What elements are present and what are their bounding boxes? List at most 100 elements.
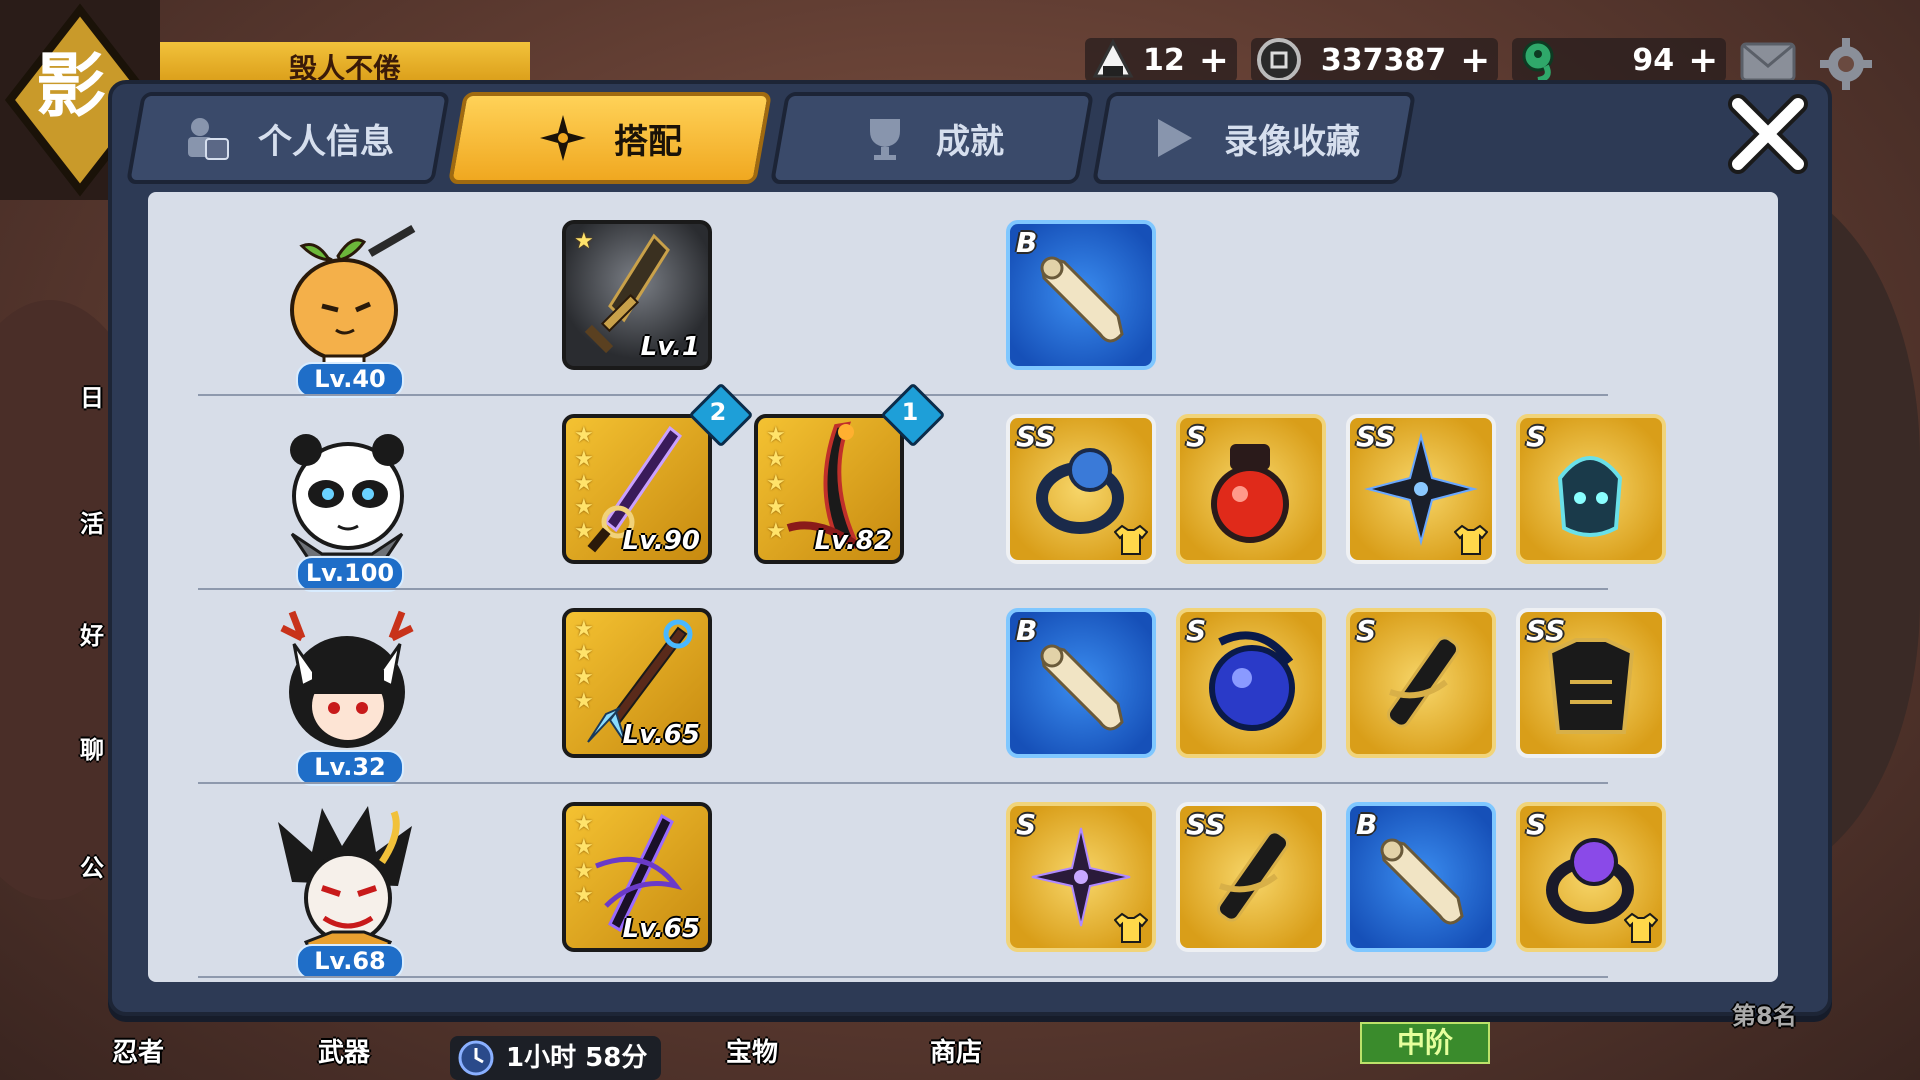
timer-text: 1小时 58分 — [506, 1043, 648, 1073]
nav-weapon[interactable]: 武器 — [318, 1032, 370, 1069]
mail-icon[interactable] — [1740, 42, 1796, 82]
grade-label: S — [1356, 614, 1377, 647]
resource-bar: 12 + 337387 + 94 + — [1085, 36, 1873, 90]
tab-loadout[interactable]: 搭配 — [447, 92, 773, 184]
orange-ninja-avatar[interactable] — [272, 220, 422, 380]
oni-mask-avatar[interactable] — [272, 802, 422, 962]
equipment-slot[interactable]: S — [1006, 802, 1156, 952]
weapon-level: Lv.82 — [814, 526, 892, 556]
loadout-row: Lv.40 ★ Lv.1 B — [148, 202, 1778, 398]
add-jade-button[interactable]: + — [1688, 40, 1718, 81]
loadout-row: Lv.100 ★ ★ ★ ★ ★ Lv.90 2 ★ ★ ★ ★ ★ Lv.82… — [148, 382, 1778, 592]
equipment-slot[interactable]: S — [1346, 608, 1496, 758]
resource-jade: 94 + — [1512, 36, 1727, 84]
equipment-slot[interactable]: S — [1176, 414, 1326, 564]
loadout-row: Lv.68 ★ ★ ★ ★ Lv.65 S SS B S — [148, 784, 1778, 980]
equipment-slot[interactable]: S — [1516, 414, 1666, 564]
equipment-slot[interactable]: S — [1176, 608, 1326, 758]
level-badge: Lv.40 — [296, 362, 404, 398]
loadout-panel: 个人信息 搭配 成就 录像收藏 Lv.40 ★ Lv.1 B Lv.100 ★ … — [108, 80, 1832, 1016]
weapon-level: Lv.65 — [622, 914, 700, 944]
equipment-slot[interactable]: SS — [1176, 802, 1326, 952]
grade-label: SS — [1526, 614, 1566, 647]
side-label-guild[interactable]: 公 — [80, 848, 104, 883]
tab-replays[interactable]: 录像收藏 — [1091, 92, 1417, 184]
close-button[interactable] — [1722, 88, 1814, 180]
shuriken-icon — [540, 115, 586, 161]
jade-count: 94 — [1632, 42, 1675, 78]
grade-label: B — [1356, 808, 1378, 841]
close-icon — [1728, 94, 1808, 174]
gear-icon[interactable] — [1820, 38, 1873, 90]
weapon-level: Lv.90 — [622, 526, 700, 556]
weapon-slot[interactable]: ★ ★ ★ ★ ★ Lv.82 — [754, 414, 904, 564]
shirt-icon — [1624, 912, 1658, 943]
grade-label: B — [1016, 226, 1038, 259]
clock-icon — [458, 1040, 494, 1076]
grade-label: S — [1016, 808, 1037, 841]
star-rating: ★ ★ ★ ★ ★ — [766, 423, 786, 544]
tab-achievements-label: 成就 — [936, 121, 1004, 162]
nav-ninja[interactable]: 忍者 — [112, 1032, 164, 1069]
grade-label: SS — [1016, 420, 1056, 453]
side-label-event[interactable]: 活 — [80, 504, 104, 539]
grade-label: SS — [1186, 808, 1226, 841]
grade-label: S — [1526, 420, 1547, 453]
rank-place: 第8名 — [1732, 1002, 1797, 1030]
onigiri-count: 12 — [1143, 42, 1185, 78]
shirt-icon — [1454, 524, 1488, 555]
timer-display: 1小时 58分 — [450, 1036, 662, 1080]
equipment-slot[interactable]: SS — [1006, 414, 1156, 564]
equipment-slot[interactable]: B — [1346, 802, 1496, 952]
row-divider — [198, 976, 1608, 978]
star-rating: ★ ★ ★ ★ ★ — [574, 423, 594, 544]
profile-card-icon — [188, 118, 229, 160]
tab-profile[interactable]: 个人信息 — [125, 92, 451, 184]
tab-replays-label: 录像收藏 — [1224, 121, 1360, 162]
equipment-slot[interactable]: B — [1006, 220, 1156, 370]
grade-label: B — [1016, 614, 1038, 647]
weapon-level: Lv.65 — [622, 720, 700, 750]
panda-ninja-avatar[interactable] — [272, 414, 422, 574]
tab-achievements[interactable]: 成就 — [769, 92, 1095, 184]
equipment-slot[interactable]: SS — [1516, 608, 1666, 758]
nav-shop[interactable]: 商店 — [930, 1032, 982, 1069]
rank-tier-badge: 中阶 — [1360, 1022, 1490, 1064]
star-rating: ★ ★ ★ ★ — [574, 617, 594, 714]
coin-icon — [1255, 36, 1303, 84]
rice-ball-icon — [1089, 36, 1137, 84]
weapon-slot[interactable]: ★ Lv.1 — [562, 220, 712, 370]
level-badge: Lv.68 — [296, 944, 404, 980]
tab-bar: 个人信息 搭配 成就 录像收藏 — [125, 92, 1417, 192]
resource-onigiri: 12 + — [1085, 38, 1237, 82]
loadout-list: Lv.40 ★ Lv.1 B Lv.100 ★ ★ ★ ★ ★ Lv.90 2 … — [148, 192, 1778, 982]
level-badge: Lv.32 — [296, 750, 404, 786]
weapon-slot[interactable]: ★ ★ ★ ★ ★ Lv.90 — [562, 414, 712, 564]
deer-girl-avatar[interactable] — [272, 608, 422, 768]
emblem-glyph: 影 — [36, 44, 106, 127]
magatama-icon — [1516, 36, 1564, 84]
weapon-slot[interactable]: ★ ★ ★ ★ Lv.65 — [562, 608, 712, 758]
side-label-friends[interactable]: 好 — [80, 616, 104, 651]
equipment-slot[interactable]: SS — [1346, 414, 1496, 564]
equipment-slot[interactable]: B — [1006, 608, 1156, 758]
side-label-chat[interactable]: 聊 — [80, 730, 104, 765]
trophy-icon — [870, 119, 900, 160]
grade-label: S — [1186, 614, 1207, 647]
equipment-slot[interactable]: S — [1516, 802, 1666, 952]
tab-profile-label: 个人信息 — [258, 121, 394, 162]
side-label-daily[interactable]: 日 — [80, 378, 104, 413]
shirt-icon — [1114, 524, 1148, 555]
loadout-row: Lv.32 ★ ★ ★ ★ Lv.65 B S S SS — [148, 590, 1778, 786]
weapon-slot[interactable]: ★ ★ ★ ★ Lv.65 — [562, 802, 712, 952]
weapon-level: Lv.1 — [640, 332, 700, 362]
add-onigiri-button[interactable]: + — [1199, 40, 1229, 81]
star-rating: ★ — [574, 229, 594, 254]
nav-treasure[interactable]: 宝物 — [726, 1032, 778, 1069]
grade-label: S — [1526, 808, 1547, 841]
coin-count: 337387 — [1320, 42, 1447, 78]
star-rating: ★ ★ ★ ★ — [574, 811, 594, 908]
play-icon — [1158, 119, 1192, 157]
add-coins-button[interactable]: + — [1460, 40, 1490, 81]
grade-label: SS — [1356, 420, 1396, 453]
